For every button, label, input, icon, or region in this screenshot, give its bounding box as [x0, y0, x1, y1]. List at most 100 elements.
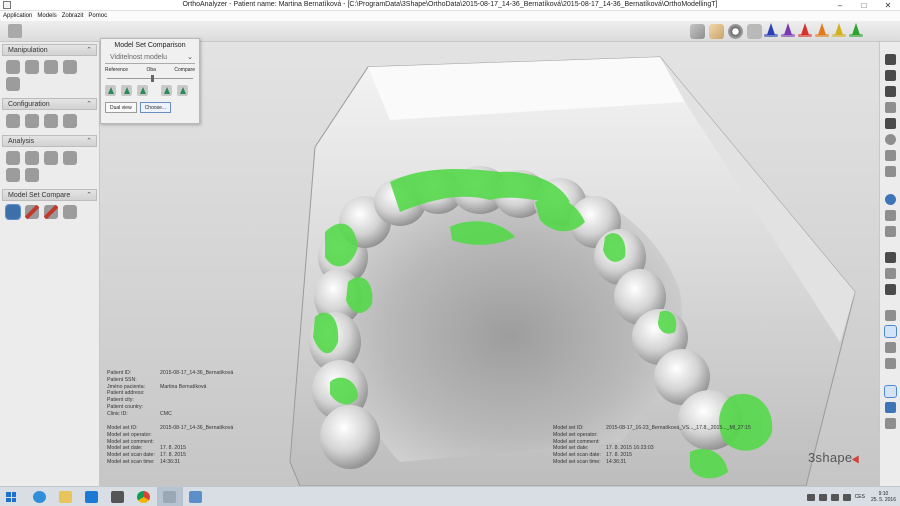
occlusion-icon[interactable] — [6, 114, 20, 128]
color-view-icon[interactable] — [885, 194, 896, 205]
info-label: Model set scan date: — [553, 452, 601, 459]
cut-icon[interactable] — [44, 60, 58, 74]
info-value: 2015-08-17_14-36_Bernatíková — [160, 370, 234, 376]
minimize-button[interactable]: – — [828, 0, 852, 11]
clock[interactable]: 9:10 25. 5. 2016 — [871, 491, 896, 503]
model-set-comparison-panel: Model Set Comparison Viditelnost modelu … — [100, 38, 200, 124]
section-header[interactable]: Manipulation ⌃ — [2, 44, 97, 56]
dual-view-button[interactable]: Dual view — [105, 102, 137, 113]
pan-view-icon[interactable] — [885, 150, 896, 161]
arch-icon[interactable] — [25, 168, 39, 182]
both-models-icon[interactable] — [137, 85, 148, 96]
internet-explorer-icon[interactable] — [27, 487, 53, 506]
magnet-icon[interactable] — [25, 205, 39, 219]
angle-icon[interactable] — [44, 151, 58, 165]
lighting-icon[interactable] — [885, 226, 896, 237]
reference-model-icon[interactable] — [105, 85, 116, 96]
menu-zobrazit[interactable]: Zobrazit — [62, 13, 84, 19]
tooth-icon[interactable] — [63, 114, 77, 128]
color-map-icon[interactable] — [728, 24, 743, 39]
camera-icon[interactable] — [885, 252, 896, 263]
bite-icon[interactable] — [885, 310, 896, 321]
teamviewer-icon[interactable] — [79, 487, 105, 506]
folder-icon[interactable] — [53, 487, 79, 506]
tooth-down-icon[interactable] — [885, 358, 896, 369]
tooth-view-icon-green[interactable] — [849, 23, 863, 39]
network-icon[interactable] — [830, 493, 839, 501]
fit-view-icon[interactable] — [885, 418, 896, 429]
bolton-icon[interactable] — [6, 168, 20, 182]
section-manipulation: Manipulation ⌃ — [2, 44, 97, 96]
visibility-slider[interactable] — [105, 74, 195, 82]
tooth-select-icon[interactable] — [885, 342, 896, 353]
clip-icon[interactable] — [884, 325, 897, 338]
reference-model-info: Model set ID: 2015-08-17_14-36_Bernatíkov… — [107, 425, 233, 466]
chrome-icon[interactable] — [131, 487, 157, 506]
patient-info: Patient ID: 2015-08-17_14-36_Bernatíková … — [107, 370, 233, 418]
move-tool-icon[interactable] — [885, 402, 896, 413]
section-title: Model Set Compare — [8, 192, 71, 199]
rotate-icon[interactable] — [6, 60, 20, 74]
measure-icon[interactable] — [25, 151, 39, 165]
camera-icon[interactable] — [105, 487, 131, 506]
info-label: Patient address: — [107, 390, 145, 397]
select-tool-icon[interactable] — [884, 385, 897, 398]
compare-icon[interactable] — [5, 204, 21, 220]
reference-camera-icon[interactable] — [121, 85, 132, 96]
model-icon[interactable] — [25, 60, 39, 74]
workflow-icon[interactable] — [8, 24, 22, 38]
language-indicator[interactable]: CES — [855, 494, 865, 500]
palate-view-icon[interactable] — [885, 118, 896, 129]
chevron-down-icon: ⌄ — [187, 54, 193, 61]
superimpose-icon[interactable] — [44, 205, 58, 219]
ruler-icon[interactable] — [6, 151, 20, 165]
image-viewer-icon[interactable] — [183, 487, 209, 506]
both-jaws-view-icon[interactable] — [885, 86, 896, 97]
tray-arrow-icon[interactable] — [806, 493, 815, 501]
tooth-view-icon-red[interactable] — [798, 23, 812, 39]
tooth-view-icon-orange[interactable] — [815, 23, 829, 39]
volume-icon[interactable] — [842, 493, 851, 501]
logo-text: 3shape — [808, 450, 853, 465]
3d-viewport[interactable] — [100, 42, 879, 486]
view-cube-icon[interactable] — [690, 24, 705, 39]
compare-camera-icon[interactable] — [161, 85, 172, 96]
menu-pomoc[interactable]: Pomoc — [88, 13, 107, 19]
maximize-button[interactable]: □ — [852, 0, 876, 11]
close-button[interactable]: ✕ — [876, 0, 900, 11]
tooth-view-icon-purple[interactable] — [781, 23, 795, 39]
slider-thumb[interactable] — [151, 75, 154, 82]
model-pair-icon[interactable] — [63, 205, 77, 219]
tooth-view-icon-blue[interactable] — [764, 23, 778, 39]
jaw-icon[interactable] — [25, 114, 39, 128]
section-header[interactable]: Analysis ⌃ — [2, 135, 97, 147]
screenshot-icon[interactable] — [885, 284, 896, 295]
split-icon[interactable] — [63, 60, 77, 74]
section-title: Configuration — [8, 101, 50, 108]
zoom-view-icon[interactable] — [885, 166, 896, 177]
choose-button[interactable]: Choose... — [139, 102, 172, 113]
reference-label: Reference — [105, 67, 129, 73]
transparency-icon[interactable] — [885, 210, 896, 221]
texture-icon[interactable] — [709, 24, 724, 39]
section-header[interactable]: Configuration ⌃ — [2, 98, 97, 110]
compare-model-icon[interactable] — [177, 85, 188, 96]
tooth-view-icon-yellow[interactable] — [832, 23, 846, 39]
space-icon[interactable] — [63, 151, 77, 165]
battery-icon[interactable] — [818, 493, 827, 501]
section-header[interactable]: Model Set Compare ⌃ — [2, 189, 97, 201]
model-visibility-dropdown[interactable]: Viditelnost modelu ⌄ — [105, 54, 195, 64]
tooth-icon[interactable] — [44, 114, 58, 128]
windows-start-icon[interactable] — [6, 492, 16, 502]
chevron-up-icon: ⌃ — [86, 138, 92, 145]
orthoanalyzer-icon[interactable] — [157, 487, 183, 506]
menu-application[interactable]: Application — [3, 13, 32, 19]
snapshot-icon[interactable] — [747, 24, 762, 39]
upper-jaw-view-icon[interactable] — [885, 54, 896, 65]
bracket-icon[interactable] — [6, 77, 20, 91]
menu-models[interactable]: Models — [37, 13, 56, 19]
rotate-view-icon[interactable] — [885, 134, 896, 145]
lower-jaw-view-icon[interactable] — [885, 70, 896, 81]
front-view-icon[interactable] — [885, 102, 896, 113]
box-view-icon[interactable] — [885, 268, 896, 279]
